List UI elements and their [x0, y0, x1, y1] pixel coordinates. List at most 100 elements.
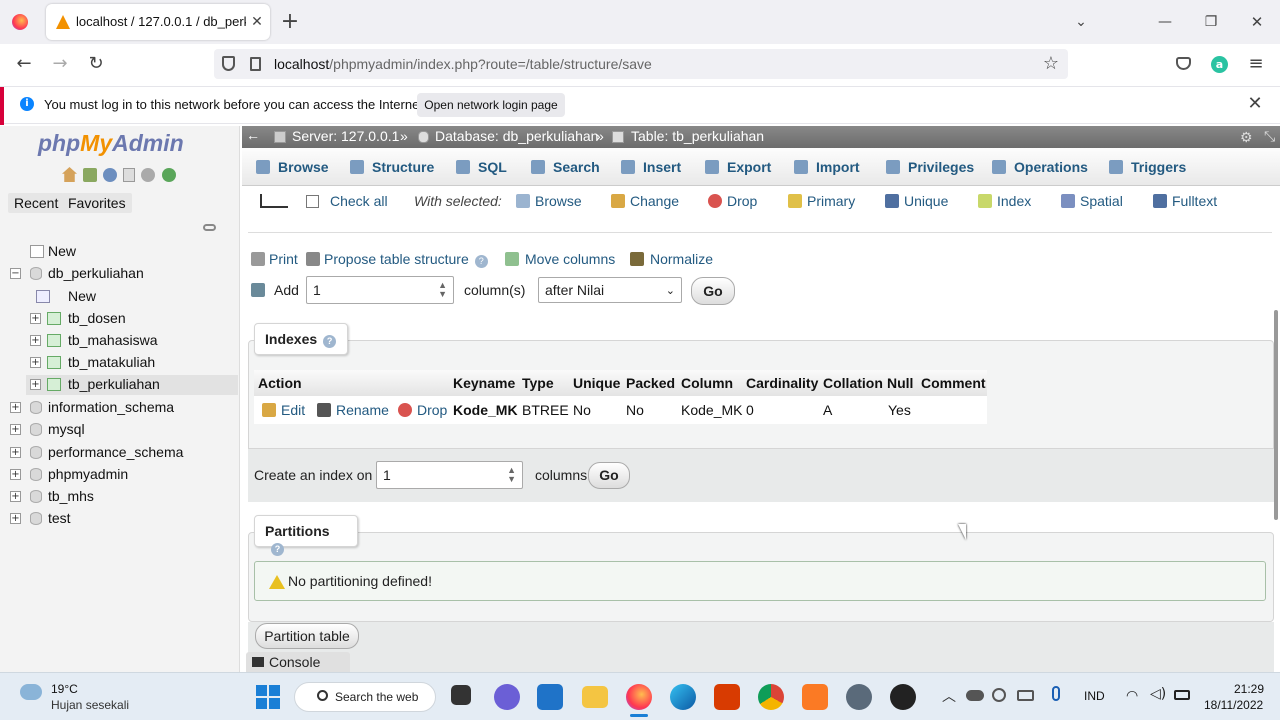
check-all-checkbox[interactable]: [306, 195, 319, 208]
keyboard-icon[interactable]: [1017, 690, 1034, 701]
bulk-index-button[interactable]: Index: [978, 193, 1031, 209]
tree-item-db-perkuliahan[interactable]: − db_perkuliahan: [8, 264, 228, 284]
expand-icon[interactable]: +: [10, 447, 21, 458]
normalize-link[interactable]: Normalize: [630, 251, 713, 267]
store-icon[interactable]: [537, 684, 563, 710]
collapse-nav-icon[interactable]: ←: [246, 127, 260, 143]
firefox-icon[interactable]: [12, 14, 28, 30]
tree-item-mysql[interactable]: + mysql: [8, 420, 228, 440]
network-tray-icon[interactable]: [992, 688, 1006, 702]
phpmyadmin-logo[interactable]: phpMyAdmin: [38, 130, 184, 157]
onedrive-icon[interactable]: [966, 690, 984, 701]
notice-close-icon[interactable]: ✕: [1242, 91, 1268, 117]
minimize-icon[interactable]: —: [1152, 9, 1178, 35]
propose-structure-link[interactable]: Propose table structure?: [306, 251, 488, 268]
scrollbar[interactable]: [1274, 310, 1278, 520]
expand-icon[interactable]: +: [30, 379, 41, 390]
logout-icon[interactable]: [83, 168, 97, 182]
account-icon[interactable]: a: [1211, 56, 1228, 73]
bulk-change-button[interactable]: Change: [611, 193, 679, 209]
tab-triggers[interactable]: Triggers: [1109, 148, 1186, 186]
expand-icon[interactable]: ⤡: [1264, 128, 1275, 145]
open-login-page-button[interactable]: Open network login page: [417, 93, 565, 117]
language-indicator[interactable]: IND: [1084, 689, 1105, 703]
app-icon[interactable]: [890, 684, 916, 710]
reload-icon[interactable]: ↻: [83, 51, 109, 77]
url-text[interactable]: localhost/phpmyadmin/index.php?route=/ta…: [274, 56, 652, 72]
link-with-main-icon[interactable]: [203, 224, 216, 231]
breadcrumb-database[interactable]: Database: db_perkuliahan: [435, 128, 598, 144]
weather-desc[interactable]: Hujan sesekali: [51, 698, 129, 712]
tab-operations[interactable]: Operations: [992, 148, 1088, 186]
tree-item-new-server[interactable]: New: [28, 242, 228, 262]
partition-table-button[interactable]: Partition table: [255, 623, 359, 649]
bulk-drop-button[interactable]: Drop: [708, 193, 757, 209]
spinner-icon[interactable]: ▲ ▼: [438, 281, 447, 299]
add-go-button[interactable]: Go: [691, 277, 735, 305]
rename-index-link[interactable]: Rename: [317, 402, 389, 418]
weather-temp[interactable]: 19°C: [51, 682, 78, 696]
tree-item-tb-mhs[interactable]: + tb_mhs: [8, 487, 228, 507]
task-view-icon[interactable]: [451, 685, 471, 705]
firefox-taskbar-icon[interactable]: [626, 684, 652, 710]
menu-hamburger-icon[interactable]: ≡: [1243, 51, 1269, 77]
collapse-icon[interactable]: −: [10, 268, 21, 279]
tree-item-phpmyadmin[interactable]: + phpmyadmin: [8, 465, 228, 485]
clock-date[interactable]: 18/11/2022: [1204, 698, 1263, 712]
expand-icon[interactable]: +: [30, 335, 41, 346]
office-icon[interactable]: [714, 684, 740, 710]
bulk-primary-button[interactable]: Primary: [788, 193, 855, 209]
tray-chevron-icon[interactable]: ︿: [942, 686, 956, 706]
tab-privileges[interactable]: Privileges: [886, 148, 974, 186]
shield-icon[interactable]: [222, 56, 235, 71]
tree-item-tb-mahasiswa[interactable]: + tb_mahasiswa: [30, 331, 230, 351]
volume-icon[interactable]: ◁): [1150, 686, 1166, 702]
create-index-go-button[interactable]: Go: [588, 462, 630, 489]
forward-icon[interactable]: →: [47, 51, 73, 77]
taskbar-search[interactable]: Search the web: [294, 682, 436, 712]
tab-import[interactable]: Import: [794, 148, 860, 186]
battery-icon[interactable]: [1174, 690, 1190, 700]
microphone-icon[interactable]: [1052, 686, 1060, 701]
tree-item-tb-perkuliahan[interactable]: + tb_perkuliahan: [26, 375, 238, 395]
bulk-unique-button[interactable]: Unique: [885, 193, 948, 209]
bulk-spatial-button[interactable]: Spatial: [1061, 193, 1123, 209]
tree-item-information-schema[interactable]: + information_schema: [8, 398, 228, 418]
breadcrumb-table[interactable]: Table: tb_perkuliahan: [631, 128, 764, 144]
chat-icon[interactable]: [494, 684, 520, 710]
spinner-icon[interactable]: ▲ ▼: [507, 466, 516, 484]
tab-sql[interactable]: SQL: [456, 148, 507, 186]
restore-icon[interactable]: ❐: [1198, 9, 1224, 35]
new-tab-button[interactable]: +: [277, 9, 303, 35]
close-window-icon[interactable]: ✕: [1244, 9, 1270, 35]
tree-item-new-table[interactable]: New: [30, 287, 230, 307]
bulk-browse-button[interactable]: Browse: [516, 193, 582, 209]
position-select[interactable]: after Nilai ⌄: [538, 277, 682, 303]
tree-item-test[interactable]: + test: [8, 509, 228, 529]
page-icon[interactable]: [250, 57, 261, 71]
reload-nav-icon[interactable]: [162, 168, 176, 182]
tab-insert[interactable]: Insert: [621, 148, 681, 186]
docs-icon[interactable]: [123, 168, 135, 182]
expand-icon[interactable]: +: [30, 357, 41, 368]
weather-icon[interactable]: [20, 684, 42, 700]
back-icon[interactable]: ←: [11, 51, 37, 77]
check-all-label[interactable]: Check all: [330, 193, 388, 209]
clock-time[interactable]: 21:29: [1234, 682, 1264, 696]
print-link[interactable]: Print: [251, 251, 298, 267]
tree-item-tb-dosen[interactable]: + tb_dosen: [30, 309, 230, 329]
breadcrumb-server[interactable]: Server: 127.0.0.1: [292, 128, 399, 144]
expand-icon[interactable]: +: [10, 513, 21, 524]
console-bar[interactable]: Console: [246, 652, 350, 672]
bulk-fulltext-button[interactable]: Fulltext: [1153, 193, 1217, 209]
file-explorer-icon[interactable]: [582, 686, 608, 708]
nav-tab-recent[interactable]: Recent: [8, 193, 65, 213]
help-icon[interactable]: [103, 168, 117, 182]
settings-gear-icon[interactable]: [141, 168, 155, 182]
help-icon[interactable]: ?: [271, 543, 284, 556]
drop-index-link[interactable]: Drop: [398, 402, 447, 418]
tab-list-icon[interactable]: ⌄: [1068, 9, 1094, 35]
expand-icon[interactable]: +: [10, 402, 21, 413]
move-columns-link[interactable]: Move columns: [505, 251, 615, 267]
settings-gear-icon[interactable]: ⚙: [1240, 129, 1253, 146]
